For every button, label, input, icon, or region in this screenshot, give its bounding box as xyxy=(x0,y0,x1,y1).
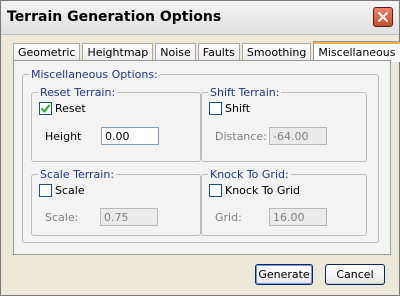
shift-checkbox-row[interactable]: Shift xyxy=(209,102,250,115)
cancel-button[interactable]: Cancel xyxy=(325,264,385,285)
distance-label: Distance: xyxy=(215,130,267,143)
grid-input[interactable]: 16.00 xyxy=(269,208,327,226)
tab-noise[interactable]: Noise xyxy=(155,43,196,61)
miscellaneous-options-title: Miscellaneous Options: xyxy=(29,68,160,81)
dialog-window: Terrain Generation Options Geometric Hei… xyxy=(0,0,400,296)
reset-terrain-title: Reset Terrain: xyxy=(38,86,118,99)
height-input[interactable]: 0.00 xyxy=(101,127,159,145)
knock-to-grid-checkbox-row[interactable]: Knock To Grid xyxy=(209,184,300,197)
knock-to-grid-checkbox-label: Knock To Grid xyxy=(225,184,300,197)
title-bar: Terrain Generation Options xyxy=(1,1,399,35)
height-label: Height xyxy=(45,130,82,143)
tab-strip: Geometric Heightmap Noise Faults Smoothi… xyxy=(13,39,400,62)
scale-terrain-title: Scale Terrain: xyxy=(38,168,117,181)
tab-heightmap[interactable]: Heightmap xyxy=(82,43,154,61)
close-icon xyxy=(378,12,388,22)
knock-to-grid-checkbox[interactable] xyxy=(209,184,222,197)
checkmark-icon xyxy=(41,104,50,113)
tab-miscellaneous[interactable]: Miscellaneous xyxy=(313,41,400,62)
close-button[interactable] xyxy=(373,7,393,27)
scale-checkbox-row[interactable]: Scale xyxy=(39,184,85,197)
scale-input[interactable]: 0.75 xyxy=(100,208,158,226)
shift-checkbox-label: Shift xyxy=(225,102,251,115)
tab-faults[interactable]: Faults xyxy=(197,43,240,61)
grid-label: Grid: xyxy=(215,211,242,224)
reset-checkbox-row[interactable]: Reset xyxy=(39,102,86,115)
reset-terrain-group: Reset Terrain: Reset Height 0.00 xyxy=(31,86,201,162)
generate-button[interactable]: Generate xyxy=(255,264,313,285)
tab-smoothing[interactable]: Smoothing xyxy=(241,43,312,61)
scale-label: Scale: xyxy=(45,211,79,224)
reset-checkbox-label: Reset xyxy=(55,102,86,115)
distance-input[interactable]: -64.00 xyxy=(269,127,327,145)
shift-terrain-group: Shift Terrain: Shift Distance: -64.00 xyxy=(201,86,367,162)
knock-to-grid-group: Knock To Grid: Knock To Grid Grid: 16.00 xyxy=(201,168,367,236)
shift-terrain-title: Shift Terrain: xyxy=(208,86,282,99)
window-title: Terrain Generation Options xyxy=(7,9,222,25)
scale-terrain-group: Scale Terrain: Scale Scale: 0.75 xyxy=(31,168,201,236)
scale-checkbox[interactable] xyxy=(39,184,52,197)
reset-checkbox[interactable] xyxy=(39,102,52,115)
shift-checkbox[interactable] xyxy=(209,102,222,115)
tab-geometric[interactable]: Geometric xyxy=(13,43,81,61)
scale-checkbox-label: Scale xyxy=(55,184,85,197)
miscellaneous-options-group: Miscellaneous Options: Reset Terrain: Re… xyxy=(22,68,379,243)
knock-to-grid-title: Knock To Grid: xyxy=(208,168,291,181)
miscellaneous-tab-panel: Miscellaneous Options: Reset Terrain: Re… xyxy=(13,60,391,255)
